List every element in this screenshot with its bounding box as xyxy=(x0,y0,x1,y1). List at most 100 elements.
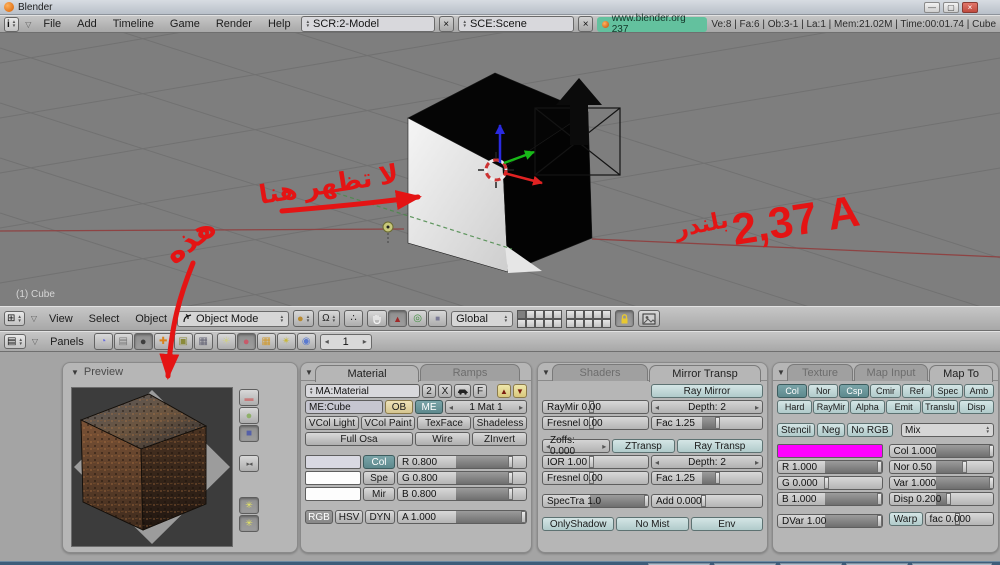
cmir-toggle[interactable]: Cmir xyxy=(870,384,901,398)
frame-number-field[interactable]: ◂ 1 ▸ xyxy=(319,333,372,350)
preview-light-button[interactable]: ✳ xyxy=(239,515,259,532)
tab-shaders[interactable]: Shaders xyxy=(552,364,648,381)
spectra-slider[interactable]: SpecTra 1.0 xyxy=(542,494,649,508)
ior-slider[interactable]: IOR 1.00 xyxy=(542,455,649,469)
tab-map-input[interactable]: Map Input xyxy=(854,364,928,381)
object-context-button[interactable]: ✚ xyxy=(153,333,173,350)
world-buttons-button[interactable]: ◉ xyxy=(296,333,316,350)
ray-mirror-toggle[interactable]: Ray Mirror xyxy=(651,384,763,398)
fake-user-button[interactable]: F xyxy=(473,384,487,398)
scene-delete-button[interactable]: × xyxy=(578,16,593,32)
layer-buttons-1[interactable] xyxy=(517,309,563,328)
wire-toggle[interactable]: Wire xyxy=(415,432,470,446)
blender-org-link[interactable]: www.blender.org 237 xyxy=(596,13,708,35)
menu-timeline[interactable]: Timeline xyxy=(107,18,160,30)
preview-cube-button[interactable]: ■ xyxy=(239,425,259,442)
g-slider[interactable]: G 0.800 xyxy=(397,471,527,485)
vcol-light-toggle[interactable]: VCol Light xyxy=(305,416,359,430)
transp-depth-field[interactable]: ◂ Depth: 2 ▸ xyxy=(651,455,763,469)
neg-toggle[interactable]: Neg xyxy=(817,423,845,437)
decrement-icon[interactable]: ◂ xyxy=(655,458,659,467)
stencil-toggle[interactable]: Stencil xyxy=(777,423,815,437)
disp-toggle[interactable]: Disp xyxy=(958,400,994,414)
manipulator-translate-button[interactable]: ▲ xyxy=(388,310,408,327)
tab-ramps[interactable]: Ramps xyxy=(420,364,520,381)
decrement-icon[interactable]: ◂ xyxy=(449,403,453,412)
texture-buttons-button[interactable]: ▦ xyxy=(256,333,276,350)
shading-context-button[interactable]: ● xyxy=(133,333,153,350)
increment-icon[interactable]: ▸ xyxy=(519,403,523,412)
rgb-mode-button[interactable]: RGB xyxy=(305,510,333,524)
scene-context-button[interactable]: ▦ xyxy=(193,333,213,350)
dispfac-slider[interactable]: Disp 0.200 xyxy=(888,492,994,506)
ob-toggle[interactable]: OB xyxy=(385,400,413,414)
col-toggle[interactable]: Col xyxy=(777,384,808,398)
translu-toggle[interactable]: Translu xyxy=(922,400,958,414)
raymir-slider[interactable]: RayMir 0.00 xyxy=(542,400,649,414)
close-button[interactable]: × xyxy=(962,1,978,13)
editing-context-button[interactable]: ▣ xyxy=(173,333,193,350)
manipulator-scale-button[interactable]: ■ xyxy=(428,310,448,327)
increment-icon[interactable]: ▸ xyxy=(755,458,759,467)
onlyshadow-toggle[interactable]: OnlyShadow xyxy=(542,517,615,531)
varfac-slider[interactable]: Var 1.000 xyxy=(888,476,994,490)
screen-selector[interactable]: ▲ ▼ SCR:2-Model xyxy=(300,16,435,32)
menu-object[interactable]: Object xyxy=(129,313,173,325)
auto-name-button[interactable] xyxy=(454,384,471,398)
vcol-paint-toggle[interactable]: VCol Paint xyxy=(361,416,415,430)
fac-slider-1[interactable]: Fac 1.25 xyxy=(651,416,763,430)
warpfac-slider[interactable]: fac 0.000 xyxy=(924,512,994,526)
radiosity-buttons-button[interactable]: ✴ xyxy=(276,333,296,350)
color-swatch-mir[interactable] xyxy=(305,487,361,501)
shadeless-toggle[interactable]: Shadeless xyxy=(473,416,527,430)
layer-buttons-2[interactable] xyxy=(566,309,612,328)
emit-toggle[interactable]: Emit xyxy=(885,400,922,414)
material-name-field[interactable]: ▲ ▼ MA:Material xyxy=(305,384,420,398)
fresnel-slider-2[interactable]: Fresnel 0.00 xyxy=(542,471,649,485)
raymir-toggle[interactable]: RayMir xyxy=(813,400,849,414)
norfac-slider[interactable]: Nor 0.50 xyxy=(888,460,994,474)
panel-collapse-icon[interactable]: ▼ xyxy=(305,368,313,377)
viewport-3d[interactable]: (1) Cube xyxy=(0,33,1000,306)
restore-button[interactable]: ▢ xyxy=(943,1,959,13)
preview-osa-button[interactable]: ✳ xyxy=(239,497,259,514)
render-preview-button[interactable] xyxy=(638,310,661,327)
panel-down-button[interactable]: ▼ xyxy=(513,384,527,398)
menu-view[interactable]: View xyxy=(43,313,79,325)
blend-mode-selector[interactable]: Mix ▲ ▼ xyxy=(901,423,994,437)
preview-flat-button[interactable]: ▬ xyxy=(239,389,259,406)
logic-context-button[interactable]: ◔ xyxy=(93,333,113,350)
panel-collapse-icon[interactable]: ▼ xyxy=(777,368,785,377)
panels-menu[interactable]: Panels xyxy=(44,336,90,348)
menu-game[interactable]: Game xyxy=(164,18,206,30)
ref-toggle[interactable]: Ref xyxy=(901,384,932,398)
manipulator-rotate-button[interactable]: ◎ xyxy=(408,310,428,327)
increment-icon[interactable]: ▸ xyxy=(755,403,759,412)
window-type-selector[interactable]: ▤ ▲ ▼ xyxy=(4,334,26,349)
preview-sphere-button[interactable]: ● xyxy=(239,407,259,424)
header-collapse-icon[interactable]: ▽ xyxy=(30,337,40,346)
full-osa-toggle[interactable]: Full Osa xyxy=(305,432,413,446)
menu-file[interactable]: File xyxy=(37,18,67,30)
scene-selector[interactable]: ▲ ▼ SCE:Scene xyxy=(457,16,575,32)
dyn-mode-button[interactable]: DYN xyxy=(365,510,395,524)
menu-add[interactable]: Add xyxy=(71,18,103,30)
alpha-toggle[interactable]: Alpha xyxy=(849,400,885,414)
fac-slider-2[interactable]: Fac 1.25 xyxy=(651,471,763,485)
amb-toggle[interactable]: Amb xyxy=(963,384,994,398)
csp-toggle[interactable]: Csp xyxy=(839,384,870,398)
manipulator-hand-button[interactable] xyxy=(367,310,388,327)
delete-datablock-button[interactable]: X xyxy=(438,384,452,398)
header-collapse-icon[interactable]: ▽ xyxy=(23,20,33,29)
panel-collapse-icon[interactable]: ▼ xyxy=(71,368,79,377)
ray-transp-toggle[interactable]: Ray Transp xyxy=(676,439,763,453)
add-slider[interactable]: Add 0.000 xyxy=(651,494,763,508)
dvar-slider[interactable]: DVar 1.00 xyxy=(777,514,883,528)
mir-channel-button[interactable]: Mir xyxy=(363,487,395,501)
material-buttons-button[interactable]: ● xyxy=(236,333,256,350)
me-toggle[interactable]: ME xyxy=(415,400,443,414)
col-channel-button[interactable]: Col xyxy=(363,455,395,469)
lock-layers-button[interactable] xyxy=(615,310,635,327)
env-toggle[interactable]: Env xyxy=(690,517,763,531)
increment-icon[interactable]: ▸ xyxy=(363,337,367,346)
